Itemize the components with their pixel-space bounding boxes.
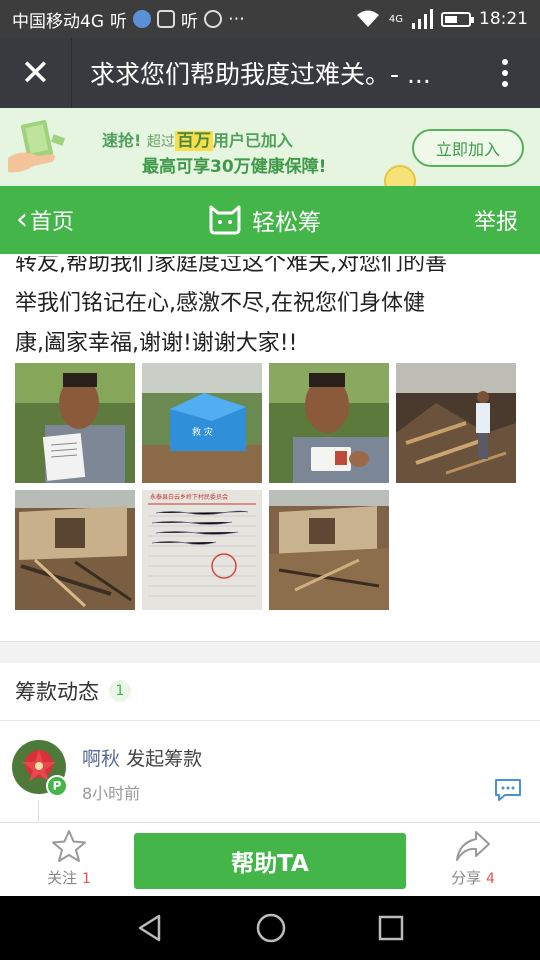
follow-label: 关注 bbox=[47, 869, 78, 887]
photo-house-ruins bbox=[269, 490, 389, 610]
brand-name: 轻松筹 bbox=[252, 210, 321, 236]
network-type: 4G bbox=[388, 13, 403, 25]
brand-logo: 轻松筹 bbox=[208, 203, 321, 237]
home-circle-icon[interactable] bbox=[255, 912, 287, 944]
updates-title-text: 筹款动态 bbox=[15, 680, 99, 704]
battery-icon bbox=[441, 11, 474, 27]
gallery-photo[interactable]: 救 灾 bbox=[142, 363, 262, 483]
join-now-button[interactable]: 立即加入 bbox=[412, 129, 524, 167]
share-button[interactable]: 分享 4 bbox=[438, 829, 508, 888]
system-nav-bar bbox=[0, 896, 540, 960]
feed-action: 发起筹款 bbox=[126, 748, 203, 770]
banner-subline: 最高可享30万健康保障! bbox=[142, 157, 327, 177]
follow-count: 1 bbox=[81, 871, 91, 887]
more-options-button[interactable] bbox=[470, 59, 540, 87]
report-button[interactable]: 举报 bbox=[474, 204, 518, 236]
share-arrow-icon bbox=[456, 831, 490, 861]
gallery-photo[interactable] bbox=[396, 363, 516, 483]
sponsor-badge: P bbox=[46, 775, 68, 797]
recent-apps-icon[interactable] bbox=[377, 914, 405, 942]
divider-line bbox=[0, 720, 540, 721]
brand-cat-icon bbox=[209, 205, 241, 235]
banner-prefix: 速抢! bbox=[102, 131, 142, 150]
title-bar: ✕ 求求您们帮助我度过难关。- ... bbox=[0, 38, 540, 108]
chevron-left-icon: ‹ bbox=[16, 202, 28, 237]
clock: 18:21 bbox=[479, 9, 528, 29]
dot-icon bbox=[502, 81, 508, 87]
dot-icon bbox=[502, 70, 508, 76]
follow-label-row: 关注 1 bbox=[36, 867, 102, 888]
story-line: 举我们铭记在心,感激不尽,在祝您们身体健 bbox=[15, 291, 425, 316]
page-title: 求求您们帮助我度过难关。- ... bbox=[90, 60, 431, 89]
share-label-row: 分享 4 bbox=[438, 867, 508, 888]
feed-entry-title: 啊秋 发起筹款 bbox=[82, 744, 202, 771]
dot-icon bbox=[502, 59, 508, 65]
audio-icon: 听 bbox=[110, 11, 127, 32]
gallery-photo[interactable] bbox=[269, 363, 389, 483]
story-line: 转友,帮助我们家庭度过这个难关,对您们的善 bbox=[15, 251, 447, 276]
money-hand-icon bbox=[8, 120, 66, 173]
wifi-icon bbox=[356, 10, 379, 27]
letter-header: 永泰县白云乡岭下村民委员会 bbox=[150, 493, 228, 501]
user-name[interactable]: 啊秋 bbox=[82, 748, 120, 770]
banner-joined-post: 用户已加入 bbox=[212, 131, 293, 150]
close-button[interactable]: ✕ bbox=[0, 38, 72, 108]
banner-headline: 速抢! 超过 百万 用户已加入 bbox=[102, 126, 293, 151]
gallery-photo[interactable] bbox=[15, 490, 135, 610]
tent-label: 救 灾 bbox=[192, 426, 213, 438]
story-line: 康,阖家幸福,谢谢!谢谢大家!! bbox=[15, 331, 298, 356]
audio-icon-2: 听 bbox=[181, 11, 198, 32]
star-icon bbox=[52, 830, 86, 862]
feed-timestamp: 8小时前 bbox=[82, 784, 141, 803]
share-label: 分享 bbox=[451, 869, 482, 887]
share-count: 4 bbox=[485, 871, 495, 887]
banner-joined-pre: 超过 bbox=[146, 134, 175, 150]
back-triangle-icon[interactable] bbox=[135, 913, 165, 943]
signal-icon bbox=[412, 9, 433, 29]
help-button[interactable]: 帮助TA bbox=[134, 833, 406, 889]
notification-icon bbox=[204, 10, 222, 28]
comment-icon[interactable] bbox=[494, 778, 522, 802]
home-label: 首页 bbox=[30, 210, 75, 235]
app-notification-icon bbox=[133, 10, 151, 28]
photo-relief-tent: 救 灾 bbox=[142, 363, 262, 483]
follow-button[interactable]: 关注 1 bbox=[36, 829, 102, 888]
photo-collapsed-house bbox=[15, 490, 135, 610]
photo-man-letter bbox=[15, 363, 135, 483]
gallery-photo[interactable] bbox=[15, 363, 135, 483]
section-divider bbox=[0, 641, 540, 663]
photo-ruins-man bbox=[396, 363, 516, 483]
close-icon: ✕ bbox=[20, 52, 51, 94]
more-notifications-icon: ⋯ bbox=[228, 9, 245, 29]
insurance-banner[interactable]: 速抢! 超过 百万 用户已加入 最高可享30万健康保障! 立即加入 bbox=[0, 108, 540, 188]
updates-count-badge: 1 bbox=[109, 680, 131, 702]
status-bar: 中国移动4G 听 听 ⋯ 4G 18:21 bbox=[0, 0, 540, 38]
carrier-label: 中国移动4G bbox=[12, 11, 104, 32]
sim-icon bbox=[157, 10, 175, 28]
gallery-photo[interactable] bbox=[269, 490, 389, 610]
updates-section-title: 筹款动态 1 bbox=[15, 676, 131, 706]
story-text: 转友,帮助我们家庭度过这个难关,对您们的善 举我们铭记在心,感激不尽,在祝您们身… bbox=[15, 244, 530, 364]
photo-official-letter: 永泰县白云乡岭下村民委员会 bbox=[142, 490, 262, 610]
banner-highlight: 百万 bbox=[174, 131, 213, 151]
photo-man-id-card bbox=[269, 363, 389, 483]
home-back-button[interactable]: ‹ 首页 bbox=[16, 204, 74, 236]
photo-gallery: 救 灾 永泰县白云乡岭下村民委员会 bbox=[15, 363, 525, 610]
bottom-action-bar: 关注 1 帮助TA 分享 4 bbox=[0, 822, 540, 896]
coin-icon bbox=[384, 165, 416, 188]
gallery-photo[interactable]: 永泰县白云乡岭下村民委员会 bbox=[142, 490, 262, 610]
